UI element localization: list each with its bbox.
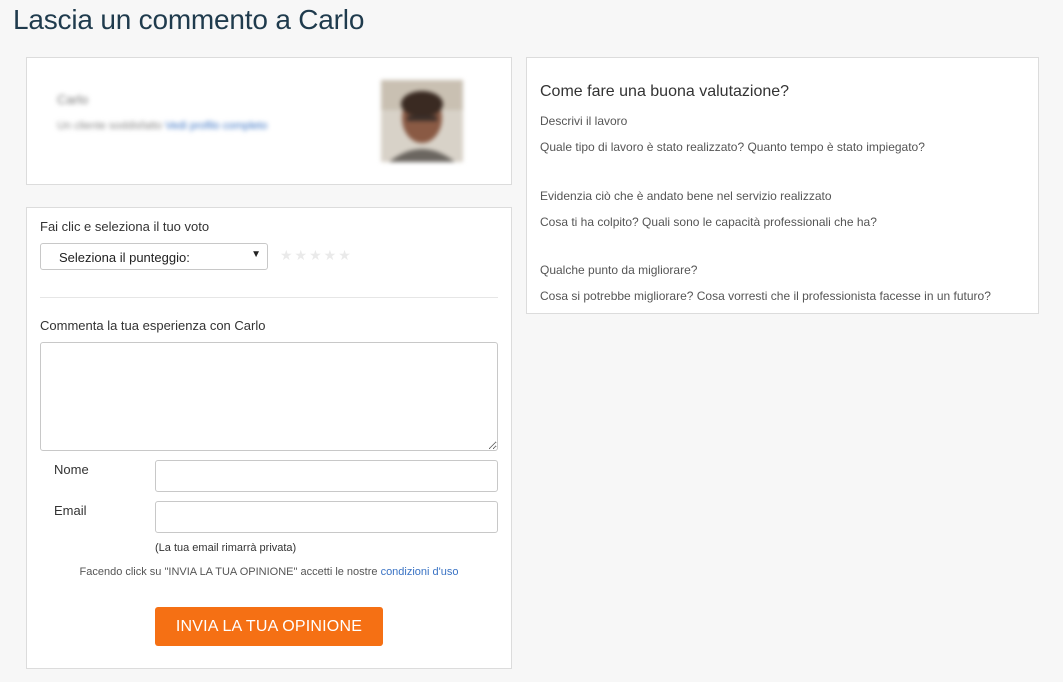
submit-button[interactable]: INVIA LA TUA OPINIONE xyxy=(155,607,383,646)
email-label: Email xyxy=(54,503,87,518)
terms-text: Facendo click su "INVIA LA TUA OPINIONE"… xyxy=(79,566,381,578)
review-form: Fai clic e seleziona il tuo voto Selezio… xyxy=(26,207,512,669)
email-privacy-note: (La tua email rimarrà privata) xyxy=(155,542,297,554)
tips-title: Come fare una buona valutazione? xyxy=(540,83,790,100)
tip-text: Quale tipo di lavoro è stato realizzato?… xyxy=(540,140,925,154)
page-title: Lascia un commento a Carlo xyxy=(13,4,365,35)
tip-heading: Descrivi il lavoro xyxy=(540,114,628,128)
email-input[interactable] xyxy=(155,501,498,533)
rating-stars[interactable]: ★★★★★ xyxy=(280,247,353,264)
professional-profile-link[interactable]: Vedi profilo completo xyxy=(165,120,267,132)
name-input[interactable] xyxy=(155,460,498,492)
tip-text: Cosa ti ha colpito? Quali sono le capaci… xyxy=(540,215,877,229)
name-label: Nome xyxy=(54,462,89,477)
tip-heading: Qualche punto da migliorare? xyxy=(540,263,698,277)
tip-text: Cosa si potrebbe migliorare? Cosa vorres… xyxy=(540,289,991,303)
rating-select[interactable]: Seleziona il punteggio: ▼ xyxy=(40,243,268,270)
tips-panel: Come fare una buona valutazione? Descriv… xyxy=(526,57,1039,314)
rating-select-value: Seleziona il punteggio: xyxy=(59,250,190,265)
chevron-down-icon: ▼ xyxy=(251,249,261,260)
professional-meta: Un cliente soddisfatto Vedi profilo comp… xyxy=(57,120,267,132)
comment-label: Commenta la tua esperienza con Carlo xyxy=(40,318,266,333)
terms-link[interactable]: condizioni d'uso xyxy=(381,566,459,578)
tip-heading: Evidenzia ciò che è andato bene nel serv… xyxy=(540,189,832,203)
rating-label: Fai clic e seleziona il tuo voto xyxy=(40,219,210,234)
divider xyxy=(40,297,498,298)
avatar xyxy=(381,80,463,162)
professional-card: Carlo Un cliente soddisfatto Vedi profil… xyxy=(26,57,512,185)
professional-name: Carlo xyxy=(57,92,89,107)
professional-meta-text: Un cliente soddisfatto xyxy=(57,120,163,132)
comment-textarea[interactable] xyxy=(40,342,498,451)
terms-notice: Facendo click su "INVIA LA TUA OPINIONE"… xyxy=(27,566,511,578)
